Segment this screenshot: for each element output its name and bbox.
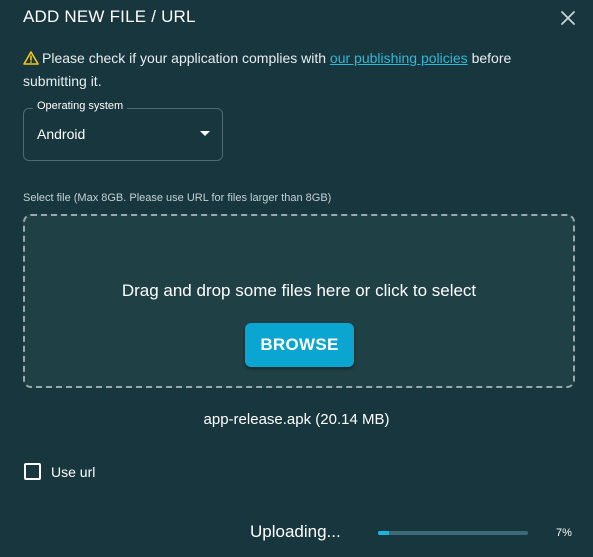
- upload-progress-bar: [378, 531, 528, 535]
- add-file-dialog: ADD NEW FILE / URL Please check if your …: [0, 0, 593, 557]
- warning-text-before: Please check if your application complie…: [42, 50, 330, 66]
- warning-icon: [23, 51, 39, 65]
- dialog-title: ADD NEW FILE / URL: [23, 7, 196, 26]
- dropzone-text: Drag and drop some files here or click t…: [121, 281, 477, 300]
- select-file-label: Select file (Max 8GB. Please use URL for…: [23, 192, 332, 204]
- use-url-label: Use url: [51, 463, 96, 480]
- selected-file-info: app-release.apk (20.14 MB): [203, 411, 390, 428]
- close-icon[interactable]: [559, 9, 577, 27]
- upload-progress-fill: [378, 531, 389, 535]
- checkbox-box[interactable]: [24, 463, 41, 480]
- publishing-policies-link[interactable]: our publishing policies: [330, 50, 468, 66]
- chevron-down-icon: [200, 131, 210, 136]
- operating-system-value: Android: [37, 126, 86, 142]
- upload-status: Uploading...: [250, 522, 341, 541]
- operating-system-select[interactable]: Operating system Android: [23, 100, 223, 161]
- file-dropzone[interactable]: Drag and drop some files here or click t…: [23, 214, 575, 388]
- use-url-checkbox[interactable]: Use url: [24, 463, 95, 480]
- upload-percent: 7%: [556, 527, 572, 539]
- operating-system-label: Operating system: [33, 100, 128, 112]
- policy-warning: Please check if your application complie…: [23, 47, 543, 93]
- browse-button[interactable]: BROWSE: [245, 323, 354, 367]
